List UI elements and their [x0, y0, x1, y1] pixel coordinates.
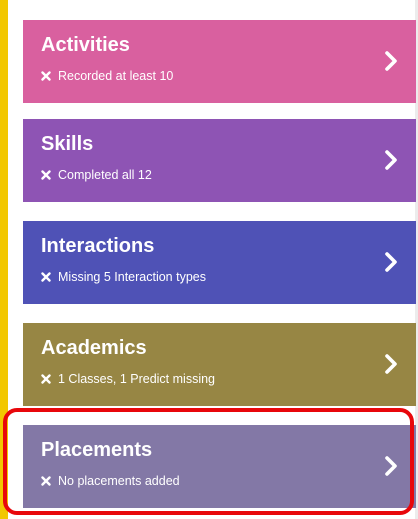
card-status-text: No placements added: [58, 474, 180, 488]
close-icon: [41, 71, 51, 81]
close-icon: [41, 476, 51, 486]
left-accent-bar: [0, 0, 8, 519]
chevron-right-icon: [385, 252, 397, 272]
card-title: Academics: [41, 337, 147, 359]
card-title: Placements: [41, 439, 153, 461]
card-title: Interactions: [41, 235, 155, 257]
card-status-text: Completed all 12: [58, 168, 152, 182]
card-status: 1 Classes, 1 Predict missing: [41, 371, 215, 387]
card-status: Recorded at least 10: [41, 68, 173, 84]
close-icon: [41, 170, 51, 180]
chevron-right-icon: [385, 51, 397, 71]
card-status-text: Missing 5 Interaction types: [58, 270, 206, 284]
chevron-right-icon: [385, 456, 397, 476]
close-icon: [41, 272, 51, 282]
card-title: Skills: [41, 133, 94, 155]
placements-card[interactable]: Placements No placements added: [23, 425, 416, 508]
chevron-right-icon: [385, 150, 397, 170]
skills-card[interactable]: Skills Completed all 12: [23, 119, 416, 202]
card-status-text: Recorded at least 10: [58, 69, 174, 83]
close-icon: [41, 374, 51, 384]
activities-card[interactable]: Activities Recorded at least 10: [23, 20, 416, 103]
academics-card[interactable]: Academics 1 Classes, 1 Predict missing: [23, 323, 416, 406]
card-status: No placements added: [41, 473, 180, 489]
card-status: Completed all 12: [41, 167, 152, 183]
card-status-text: 1 Classes, 1 Predict missing: [58, 372, 216, 386]
interactions-card[interactable]: Interactions Missing 5 Interaction types: [23, 221, 416, 304]
chevron-right-icon: [385, 354, 397, 374]
card-status: Missing 5 Interaction types: [41, 269, 206, 285]
card-title: Activities: [41, 34, 130, 56]
